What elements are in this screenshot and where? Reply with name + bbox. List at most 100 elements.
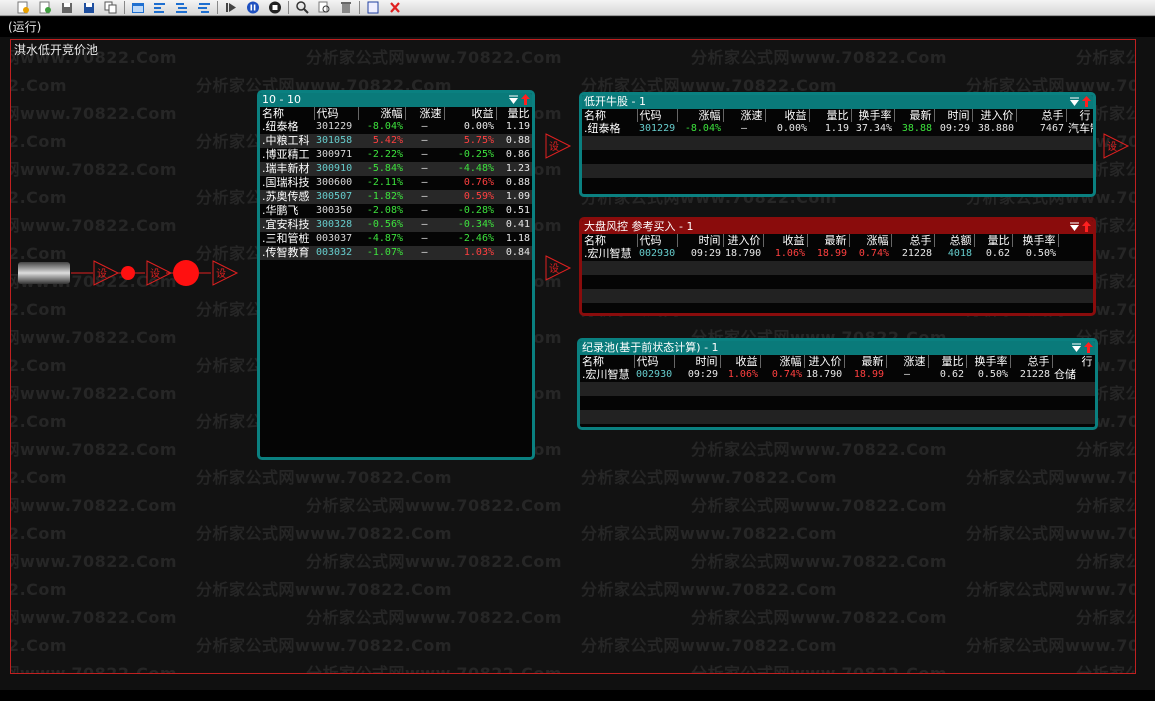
- copy-button[interactable]: [100, 0, 122, 15]
- column-header[interactable]: 涨速: [723, 109, 766, 122]
- column-header[interactable]: 名称: [580, 355, 635, 368]
- column-header[interactable]: 涨幅: [760, 355, 805, 368]
- table-cell: -0.34%: [444, 218, 496, 232]
- column-header[interactable]: 代码: [314, 107, 359, 120]
- stop-button[interactable]: [264, 0, 286, 15]
- column-header[interactable]: 总手: [891, 234, 935, 247]
- delete-button[interactable]: [335, 0, 357, 15]
- save-as-button[interactable]: [78, 0, 100, 15]
- panel-bull-stocks[interactable]: 低开牛股 - 1 名称 代码 涨幅 涨速 收益 量比 换手率 最新 时间 进入价 总手行 .纽泰格 3…: [579, 92, 1096, 197]
- column-header[interactable]: 量比: [928, 355, 967, 368]
- new-button[interactable]: [12, 0, 34, 15]
- column-header[interactable]: 代码: [637, 109, 678, 122]
- align-right-button[interactable]: [193, 0, 215, 15]
- column-header[interactable]: 代码: [634, 355, 675, 368]
- align-center-button[interactable]: [171, 0, 193, 15]
- close-button[interactable]: [384, 0, 406, 15]
- column-header[interactable]: 名称: [582, 234, 638, 247]
- column-header[interactable]: 换手率: [851, 109, 895, 122]
- strategy-canvas[interactable]: 分析家公式网www.70822.Com分析家公式网www.70822.Com分析…: [10, 39, 1136, 674]
- panel-market-risk[interactable]: 大盘风控 参考买入 - 1 名称 代码 时间 进入价 收益 最新 涨幅 总手 总额 量比 换手率 .…: [579, 217, 1096, 316]
- column-header[interactable]: 行: [1066, 109, 1093, 122]
- column-header[interactable]: 总手: [1016, 109, 1067, 122]
- column-header[interactable]: 最新: [807, 234, 850, 247]
- table-cell: [844, 396, 886, 410]
- column-header[interactable]: 名称: [260, 107, 315, 120]
- panel-menu-icon[interactable]: [1070, 96, 1079, 107]
- table-row[interactable]: .三和管桩 003037 -4.87% — -2.46% 1.18: [260, 232, 532, 246]
- table-row[interactable]: .宏川智慧 002930 09:29 18.790 1.06% 18.99 0.74% 212…: [582, 247, 1093, 261]
- table-row[interactable]: .宏川智慧 002930 09:29 1.06% 0.74% 18.790 18.99 — 0.…: [580, 368, 1095, 382]
- column-header[interactable]: 收益: [444, 107, 497, 120]
- panel-up-icon[interactable]: [1084, 342, 1093, 353]
- column-header[interactable]: 量比: [974, 234, 1013, 247]
- column-header[interactable]: 总手: [1010, 355, 1053, 368]
- table-row[interactable]: .中粮工科 301058 5.42% —5.75% 0.88: [260, 134, 532, 148]
- column-header[interactable]: 涨幅: [849, 234, 892, 247]
- table-cell: .传智教育: [260, 246, 314, 260]
- pause-button[interactable]: [242, 0, 264, 15]
- panel-up-icon[interactable]: [1082, 221, 1091, 232]
- panel-up-icon[interactable]: [521, 94, 530, 105]
- column-header[interactable]: 涨速: [886, 355, 929, 368]
- column-header[interactable]: 收益: [765, 109, 810, 122]
- toolbar-separator: [288, 1, 289, 14]
- column-header[interactable]: 涨速: [405, 107, 445, 120]
- open-button[interactable]: [34, 0, 56, 15]
- column-header[interactable]: [1058, 234, 1093, 247]
- table-row[interactable]: .苏奥传感 300507 -1.82% —0.59% 1.09: [260, 190, 532, 204]
- table-cell: 18.99: [853, 369, 884, 380]
- column-header[interactable]: 进入价: [723, 234, 764, 247]
- save-button[interactable]: [56, 0, 78, 15]
- edit-search-button[interactable]: [313, 0, 335, 15]
- column-header[interactable]: 名称: [582, 109, 638, 122]
- panel-record-pool[interactable]: 纪录池(基于前状态计算) - 1 名称 代码 时间 收益 涨幅 进入价 最新 涨速 量比 换手率总…: [577, 338, 1098, 430]
- table-row[interactable]: .华鹏飞 300350 -2.08% — -0.28% 0.51: [260, 204, 532, 218]
- align-left-button[interactable]: [149, 0, 171, 15]
- table-cell: [582, 150, 637, 164]
- column-header[interactable]: 换手率: [966, 355, 1011, 368]
- column-header[interactable]: 涨幅: [677, 109, 724, 122]
- column-header[interactable]: 时间: [674, 355, 721, 368]
- search-button[interactable]: [291, 0, 313, 15]
- save-icon: [62, 3, 72, 13]
- table-cell: [677, 136, 723, 150]
- column-header[interactable]: 量比: [809, 109, 852, 122]
- table-row[interactable]: .纽泰格 301229 -8.04% — 0.00% 1.19: [260, 120, 532, 134]
- window-button[interactable]: [127, 0, 149, 15]
- toolbar-separator: [217, 1, 218, 14]
- column-header[interactable]: 换手率: [1012, 234, 1059, 247]
- table-cell: 汽车制: [1068, 122, 1093, 135]
- table-cell: [934, 136, 972, 150]
- column-header[interactable]: 进入价: [804, 355, 845, 368]
- table-row[interactable]: .瑞丰新材 300910 -5.84% — -4.48% 1.23: [260, 162, 532, 176]
- table-cell: [851, 136, 894, 150]
- table-cell: [723, 178, 765, 192]
- table-row[interactable]: .宜安科技 300328 -0.56% — -0.34% 0.41: [260, 218, 532, 232]
- column-header[interactable]: 量比: [496, 107, 532, 120]
- panel-menu-icon[interactable]: [1072, 342, 1081, 353]
- step-button[interactable]: [220, 0, 242, 15]
- column-header[interactable]: 代码: [637, 234, 678, 247]
- table-row[interactable]: .传智教育 003032 -1.07% —1.03% 0.84: [260, 246, 532, 260]
- column-header[interactable]: 收益: [720, 355, 761, 368]
- table-row[interactable]: .国瑞科技 300600 -2.11% — 0.76% 0.88: [260, 176, 532, 190]
- panel-menu-icon[interactable]: [509, 94, 518, 105]
- panel-main-pool[interactable]: 10 - 10 名称 代码 涨幅 涨速 收益 量比 .纽泰格 301229 -8.04% —0.…: [257, 90, 535, 460]
- toolbar-separator: [359, 1, 360, 14]
- column-header[interactable]: 收益: [763, 234, 808, 247]
- panel-up-icon[interactable]: [1082, 96, 1091, 107]
- column-header[interactable]: 时间: [677, 234, 724, 247]
- column-header[interactable]: 最新: [894, 109, 935, 122]
- column-header[interactable]: 涨幅: [358, 107, 406, 120]
- table-cell: 38.88: [901, 123, 932, 134]
- column-header[interactable]: 进入价: [972, 109, 1017, 122]
- column-header[interactable]: 时间: [934, 109, 973, 122]
- column-header[interactable]: 最新: [844, 355, 887, 368]
- page-button[interactable]: [362, 0, 384, 15]
- column-header[interactable]: 总额: [934, 234, 975, 247]
- table-row[interactable]: .纽泰格 301229 -8.04% — 0.00% 1.19 37.34% 38.88 09:…: [582, 122, 1093, 136]
- column-header[interactable]: 行: [1052, 355, 1095, 368]
- table-row[interactable]: .博亚精工 300971 -2.22% — -0.25% 0.86: [260, 148, 532, 162]
- panel-menu-icon[interactable]: [1070, 221, 1079, 232]
